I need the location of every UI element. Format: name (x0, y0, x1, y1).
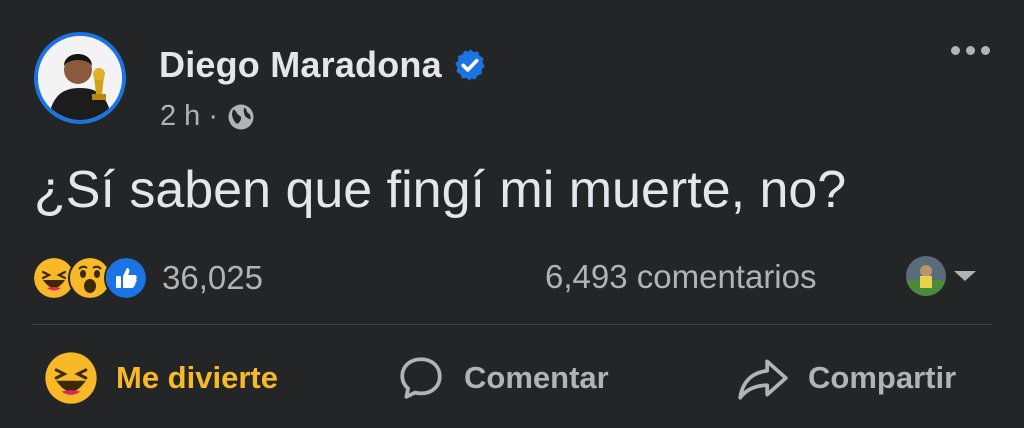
post-timestamp[interactable]: 2 h (160, 100, 200, 133)
reactions-summary[interactable]: 36,025 (32, 256, 263, 300)
reactions-count: 36,025 (162, 259, 263, 296)
react-button[interactable]: Me divierte (44, 348, 278, 408)
comments-count[interactable]: 6,493 comentarios (545, 258, 817, 296)
share-icon (738, 359, 788, 400)
verified-badge-icon (455, 49, 485, 81)
chevron-down-icon (954, 271, 976, 281)
react-label: Me divierte (116, 360, 278, 395)
author-name[interactable]: Diego Maradona (159, 44, 442, 86)
comment-icon (400, 357, 442, 399)
viewer-avatar (906, 256, 946, 296)
haha-icon (45, 352, 97, 404)
more-options-icon[interactable] (951, 46, 990, 55)
comment-label: Comentar (464, 360, 609, 395)
post-meta: 2 h · (160, 100, 256, 133)
author-header: Diego Maradona (159, 44, 488, 86)
post-text: ¿Sí saben que fingí mi muerte, no? (34, 161, 847, 219)
share-label: Compartir (808, 360, 957, 395)
share-button[interactable]: Compartir (736, 348, 956, 408)
viewer-selector[interactable] (906, 256, 976, 296)
globe-icon (228, 104, 254, 129)
author-avatar[interactable] (34, 32, 126, 124)
meta-separator: · (208, 100, 218, 132)
like-icon (104, 256, 148, 300)
action-bar: Me divierte Comentar Compartir (0, 348, 1024, 408)
comment-button[interactable]: Comentar (396, 348, 609, 408)
divider (32, 324, 992, 325)
